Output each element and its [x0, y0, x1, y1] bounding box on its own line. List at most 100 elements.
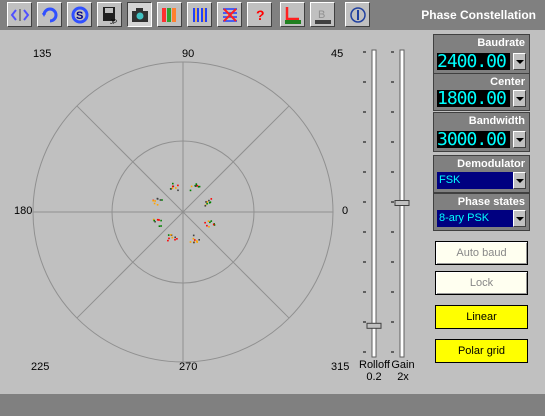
constellation-point [189, 189, 192, 192]
gain-slider-thumb[interactable] [394, 200, 410, 206]
angle-label-45: 45 [331, 48, 344, 60]
b-graph-button[interactable]: B [310, 2, 335, 27]
constellation-point [176, 238, 178, 240]
constellation-point [174, 238, 176, 241]
constellation-point [192, 237, 195, 240]
center-label: Center [490, 76, 525, 88]
gain-label-text: Gain [391, 359, 415, 371]
constellation-point [195, 185, 197, 187]
constellation-point [167, 239, 169, 242]
constellation-point [212, 223, 215, 226]
constellation-point [204, 221, 206, 224]
save-icon: JP [103, 7, 117, 25]
constellation-point [196, 240, 198, 242]
constellation-point [170, 234, 172, 236]
constellation-point [160, 225, 162, 227]
demodulator-select[interactable]: FSK [437, 172, 514, 189]
constellation-point [209, 201, 212, 203]
constellation-panel: 135 90 45 180 0 225 270 315 Rolloff 0.2 … [7, 32, 428, 392]
info-button[interactable] [345, 2, 370, 27]
constellation-point [167, 234, 170, 236]
axis-graph-icon [285, 7, 301, 24]
constellation-point [192, 234, 195, 237]
angle-label-90: 90 [182, 48, 195, 60]
baudrate-control: Baudrate 2400.00 [433, 34, 530, 74]
constellation-point [172, 182, 174, 185]
auto-baud-button[interactable]: Auto baud [435, 241, 528, 265]
constellation-point [207, 220, 210, 222]
lock-button[interactable]: Lock [435, 271, 528, 295]
constellation-point [205, 201, 207, 203]
constellation-point [168, 237, 170, 240]
vertical-lines-button[interactable] [187, 2, 212, 27]
rolloff-slider-thumb[interactable] [366, 322, 382, 329]
phase-states-label: Phase states [457, 196, 525, 208]
angle-label-315: 315 [331, 361, 350, 373]
phase-states-select[interactable]: 8-ary PSK [437, 210, 514, 227]
constellation-point [195, 183, 198, 185]
gain-label: Gain 2x [389, 359, 417, 383]
constellation-point [153, 219, 155, 222]
polar-grid [32, 61, 334, 363]
bandwidth-control: Bandwidth 3000.00 [433, 112, 530, 152]
constellation-point [170, 188, 172, 190]
baudrate-label: Baudrate [477, 37, 525, 49]
constellation-point [198, 239, 200, 241]
angle-label-225: 225 [31, 361, 50, 373]
toolbar: S JP ? B Phase Constellation [0, 0, 545, 30]
constellation-point [210, 198, 213, 200]
gain-slider[interactable] [391, 49, 410, 358]
phase-states-dropdown-button[interactable] [513, 210, 526, 227]
angle-label-180: 180 [14, 205, 33, 217]
grid-pattern-icon [223, 8, 237, 22]
constellation-point [156, 198, 159, 200]
phase-states-control: Phase states 8-ary PSK [433, 193, 530, 231]
constellation-point [171, 236, 174, 239]
angle-label-270: 270 [179, 361, 198, 373]
camera-button[interactable] [127, 2, 152, 27]
linear-button[interactable]: Linear [435, 305, 528, 329]
grid-pattern-button[interactable] [217, 2, 242, 27]
constellation-point [158, 225, 161, 227]
baudrate-dropdown-button[interactable] [513, 53, 526, 70]
constellation-point [193, 241, 195, 244]
constellation-point [197, 186, 200, 188]
info-icon [350, 7, 366, 23]
rolloff-slider[interactable] [363, 49, 382, 358]
sliders [363, 49, 410, 358]
svg-text:S: S [76, 10, 83, 22]
code-view-button[interactable] [7, 2, 32, 27]
sync-icon: S [71, 6, 89, 24]
constellation-point [171, 187, 174, 190]
bandwidth-dropdown-button[interactable] [513, 131, 526, 148]
svg-text:JP: JP [110, 20, 117, 25]
constellation-point [204, 205, 207, 207]
constellation-point [156, 204, 159, 206]
baudrate-value[interactable]: 2400.00 [437, 53, 510, 70]
refresh-button[interactable] [37, 2, 62, 27]
sync-button[interactable]: S [67, 2, 92, 27]
demodulator-label: Demodulator [457, 158, 525, 170]
vertical-lines-icon [193, 8, 207, 22]
svg-text:?: ? [256, 7, 265, 23]
constellation-point [177, 189, 179, 192]
status-bar [0, 394, 545, 416]
axis-graph-button[interactable] [280, 2, 305, 27]
window-title: Phase Constellation [421, 8, 536, 22]
constellation-point [152, 199, 154, 202]
constellation-point [160, 219, 162, 222]
save-button[interactable]: JP [97, 2, 122, 27]
color-bars-button[interactable] [157, 2, 182, 27]
constellation-point [154, 200, 156, 202]
gain-value: 2x [397, 371, 409, 383]
constellation-point [159, 199, 162, 201]
center-dropdown-button[interactable] [513, 90, 526, 107]
help-button[interactable]: ? [247, 2, 272, 27]
center-value[interactable]: 1800.00 [437, 90, 510, 107]
constellation-point [175, 187, 177, 189]
demodulator-dropdown-button[interactable] [513, 172, 526, 189]
constellation-point [194, 239, 196, 241]
constellation-point [177, 184, 179, 187]
polar-grid-button[interactable]: Polar grid [435, 339, 528, 363]
bandwidth-value[interactable]: 3000.00 [437, 131, 510, 148]
